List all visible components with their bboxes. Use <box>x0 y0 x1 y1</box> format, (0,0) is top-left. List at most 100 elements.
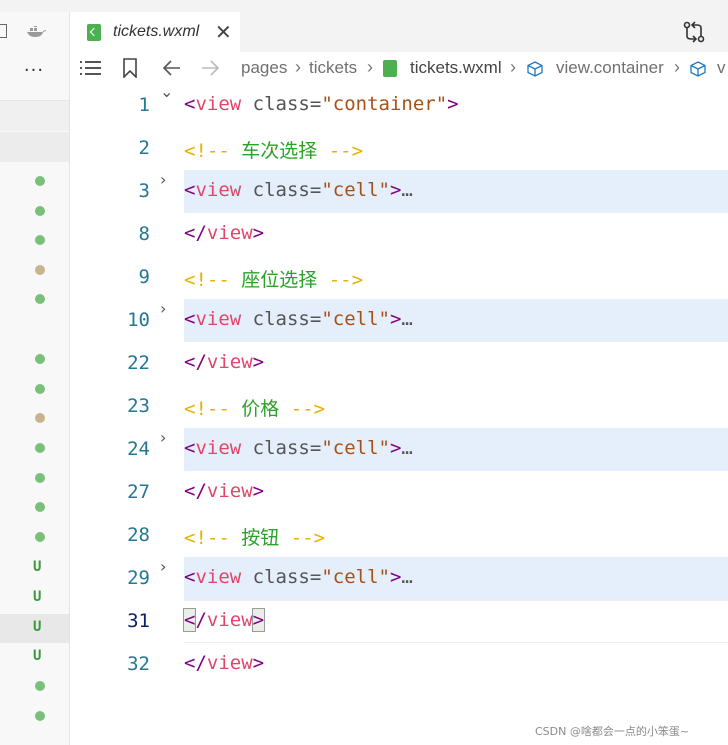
section-header[interactable] <box>0 101 69 131</box>
breadcrumb: pages › tickets › tickets.wxml › view.co… <box>70 52 728 84</box>
explorer-toolbar <box>0 12 69 52</box>
code-comment: <!-- 座位选择 --> <box>184 269 364 291</box>
status-dot-icon <box>35 532 45 542</box>
code-text: <view class="cell">… <box>184 437 413 459</box>
code-line-current: 31 </view> <box>70 600 728 643</box>
line-number: 1 <box>138 94 150 116</box>
code-comment: <!-- 按钮 --> <box>184 527 326 549</box>
code-line-folded: 10 › <view class="cell">… <box>70 299 728 342</box>
tab-label: tickets.wxml <box>113 23 200 40</box>
code-line-folded: 3 › <view class="cell">… <box>70 170 728 213</box>
code-text: <view class="cell">… <box>184 179 413 201</box>
line-number: 23 <box>127 395 150 417</box>
code-line: 1 ⌄ <view class="container"> <box>70 82 728 127</box>
tab-tickets-wxml[interactable]: tickets.wxml ✕ <box>70 12 240 52</box>
code-line: 28 <!-- 按钮 --> <box>70 514 728 557</box>
breadcrumb-separator: › <box>367 57 373 77</box>
code-text: </view> <box>184 351 265 373</box>
untracked-badge: U <box>33 589 42 605</box>
code-line: 8 </view> <box>70 213 728 256</box>
code-comment: <!-- 车次选择 --> <box>184 140 364 162</box>
bookmark-icon[interactable] <box>122 58 138 78</box>
status-dot-icon <box>35 681 45 691</box>
docker-icon[interactable] <box>26 26 46 38</box>
element-cube-icon <box>690 61 706 77</box>
folded-ellipsis[interactable]: … <box>401 179 412 201</box>
code-text: <view class="cell">… <box>184 308 413 330</box>
breadcrumb-item-element[interactable]: v <box>717 58 726 78</box>
wxml-file-icon <box>383 60 397 77</box>
code-text: <view class="container"> <box>184 93 459 115</box>
more-actions-icon[interactable]: ··· <box>22 60 46 81</box>
breadcrumb-item-pages[interactable]: pages <box>241 58 287 78</box>
folded-ellipsis[interactable]: … <box>401 308 412 330</box>
code-editor[interactable]: 1 ⌄ <view class="container"> 2 <!-- 车次选择… <box>70 82 728 745</box>
code-text: </view> <box>182 608 266 632</box>
code-line: 32 </view> <box>70 643 728 686</box>
breadcrumb-separator: › <box>674 57 680 77</box>
forward-arrow-icon[interactable] <box>200 59 220 77</box>
fold-collapsed-icon[interactable]: › <box>160 299 166 318</box>
status-dot-icon <box>35 265 45 275</box>
back-arrow-icon[interactable] <box>162 59 182 77</box>
status-dot-icon <box>35 235 45 245</box>
code-line: 9 <!-- 座位选择 --> <box>70 256 728 299</box>
folded-ellipsis[interactable]: … <box>401 437 412 459</box>
line-number: 10 <box>127 309 150 331</box>
fold-collapsed-icon[interactable]: › <box>160 428 166 447</box>
line-number: 9 <box>138 266 150 288</box>
code-line-folded: 24 › <view class="cell">… <box>70 428 728 471</box>
status-dot-icon <box>35 473 45 483</box>
code-comment: <!-- 价格 --> <box>184 398 326 420</box>
wxml-file-icon <box>87 24 101 41</box>
code-text: </view> <box>184 222 265 244</box>
editor-tab-bar: tickets.wxml ✕ <box>70 12 728 52</box>
untracked-badge: U <box>33 559 42 575</box>
untracked-badge: U <box>33 648 42 664</box>
status-dot-icon <box>35 502 45 512</box>
line-number: 28 <box>127 524 150 546</box>
folder-icon[interactable] <box>0 24 7 38</box>
folded-ellipsis[interactable]: … <box>401 566 412 588</box>
breadcrumb-item-tickets[interactable]: tickets <box>309 58 357 78</box>
code-text: </view> <box>184 652 265 674</box>
line-number: 24 <box>127 438 150 460</box>
code-line: 27 </view> <box>70 471 728 514</box>
explorer-panel: ··· U U U U <box>0 12 70 745</box>
breadcrumb-separator: › <box>510 57 516 77</box>
fold-collapsed-icon[interactable]: › <box>160 557 166 576</box>
fold-collapsed-icon[interactable]: › <box>160 170 166 189</box>
code-line: 22 </view> <box>70 342 728 385</box>
current-line-highlight <box>184 600 728 643</box>
status-dot-icon <box>35 176 45 186</box>
status-dot-icon <box>35 354 45 364</box>
bracket-match: < <box>182 608 197 632</box>
line-number: 29 <box>127 567 150 589</box>
code-line: 23 <!-- 价格 --> <box>70 385 728 428</box>
breadcrumb-item-element[interactable]: view.container <box>556 58 664 78</box>
outline-list-icon[interactable] <box>80 60 102 76</box>
watermark: CSDN @啥都会一点的小笨蛋~ <box>535 725 690 738</box>
line-number: 8 <box>138 223 150 245</box>
line-number: 31 <box>127 610 150 632</box>
status-dot-icon <box>35 206 45 216</box>
section-header[interactable] <box>0 132 69 162</box>
element-cube-icon <box>527 61 543 77</box>
status-dot-icon <box>35 711 45 721</box>
status-dot-icon <box>35 384 45 394</box>
line-number: 3 <box>138 180 150 202</box>
close-icon[interactable]: ✕ <box>215 20 232 44</box>
code-text: </view> <box>184 480 265 502</box>
fold-expanded-icon[interactable]: ⌄ <box>160 82 173 101</box>
breadcrumb-item-file[interactable]: tickets.wxml <box>410 58 502 78</box>
line-number: 27 <box>127 481 150 503</box>
untracked-badge: U <box>33 619 42 635</box>
bracket-match: > <box>251 608 266 632</box>
compare-changes-icon[interactable] <box>682 21 706 43</box>
code-line-folded: 29 › <view class="cell">… <box>70 557 728 600</box>
line-number: 2 <box>138 137 150 159</box>
breadcrumb-separator: › <box>295 57 301 77</box>
status-dot-icon <box>35 294 45 304</box>
line-number: 32 <box>127 653 150 675</box>
status-dot-icon <box>35 413 45 423</box>
